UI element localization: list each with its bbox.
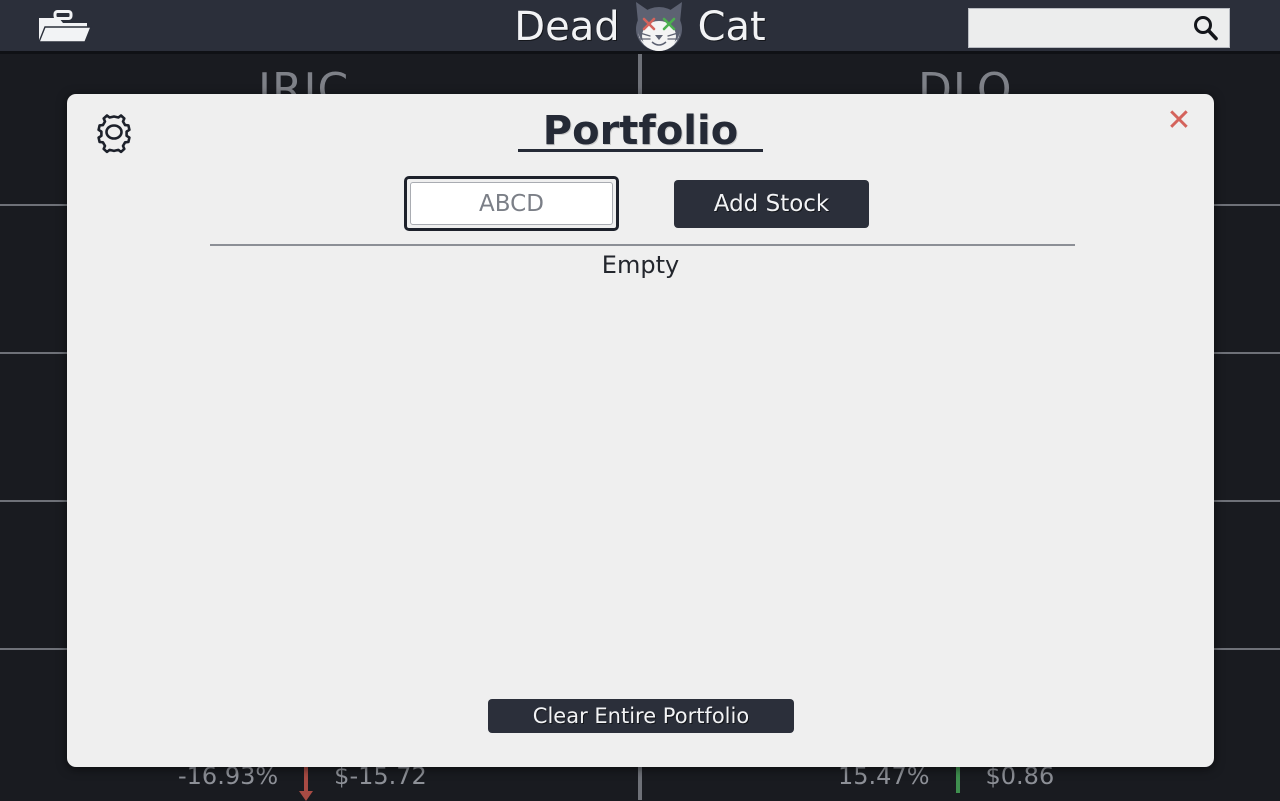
search-icon [1194,16,1218,41]
dead-cat-logo [635,2,682,51]
empty-state-label: Empty [601,251,680,279]
ticker-input-wrapper [404,176,619,231]
search-box[interactable] [968,8,1230,48]
portfolio-folder-button[interactable] [26,6,104,48]
title-underline [518,149,763,152]
clear-portfolio-button[interactable]: Clear Entire Portfolio [488,699,794,733]
brand-word-dead: Dead [514,4,620,50]
add-stock-button[interactable]: Add Stock [674,180,869,228]
brand-word-cat: Cat [697,4,766,50]
ticker-symbol-input[interactable] [410,182,613,225]
list-divider [210,244,1075,246]
app-header: Dead Cat [0,0,1280,54]
close-icon[interactable]: ✕ [1158,100,1200,142]
page-title: Portfolio [542,108,739,154]
briefcase-folder-icon [37,10,93,43]
portfolio-modal: Portfolio ✕ Add Stock Empty Clear Entire… [67,94,1214,767]
